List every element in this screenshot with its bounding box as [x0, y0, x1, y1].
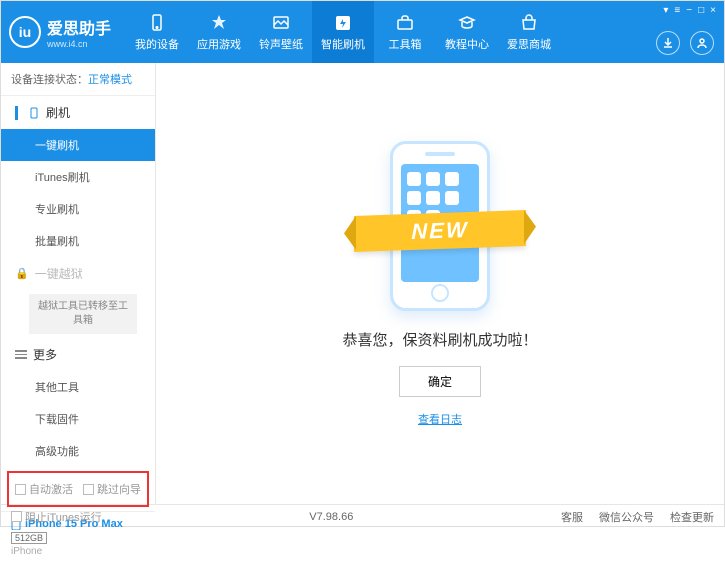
nav-store[interactable]: 爱思商城 [498, 1, 560, 63]
success-illustration: NEW [390, 141, 490, 311]
toolbox-icon [395, 13, 415, 33]
logo-area: iu 爱思助手 www.i4.cn [9, 15, 111, 49]
sidebar-pro-flash[interactable]: 专业刷机 [1, 193, 155, 225]
app-logo-icon: iu [9, 16, 41, 48]
sidebar-batch-flash[interactable]: 批量刷机 [1, 225, 155, 257]
menu2-icon[interactable]: ≡ [674, 5, 680, 16]
nav-apps[interactable]: 应用游戏 [188, 1, 250, 63]
device-storage: 512GB [11, 532, 47, 544]
jailbreak-note: 越狱工具已转移至工具箱 [29, 294, 137, 334]
nav-ringtones[interactable]: 铃声壁纸 [250, 1, 312, 63]
sidebar-itunes-flash[interactable]: iTunes刷机 [1, 161, 155, 193]
sidebar-download-firmware[interactable]: 下载固件 [1, 403, 155, 435]
success-message: 恭喜您，保资料刷机成功啦！ [342, 329, 537, 350]
device-type: iPhone [11, 546, 145, 557]
nav-flash[interactable]: 智能刷机 [312, 1, 374, 63]
close-icon[interactable]: × [710, 5, 716, 16]
section-flash[interactable]: 刷机 [1, 96, 155, 129]
footer-update[interactable]: 检查更新 [670, 509, 714, 525]
maximize-icon[interactable]: □ [698, 5, 704, 16]
version-label: V7.98.66 [309, 511, 353, 523]
checkbox-skip-guide[interactable]: 跳过向导 [83, 481, 141, 497]
new-ribbon: NEW [354, 209, 526, 251]
user-icon[interactable] [690, 31, 714, 55]
checkbox-auto-activate[interactable]: 自动激活 [15, 481, 73, 497]
download-icon[interactable] [656, 31, 680, 55]
flash-icon [333, 13, 353, 33]
section-jailbreak: 🔒一键越狱 [1, 257, 155, 290]
app-url: www.i4.cn [47, 39, 111, 49]
sidebar-one-key-flash[interactable]: 一键刷机 [1, 129, 155, 161]
main-content: NEW 恭喜您，保资料刷机成功啦！ 确定 查看日志 [156, 63, 724, 504]
sidebar-advanced[interactable]: 高级功能 [1, 435, 155, 467]
minimize-icon[interactable]: − [686, 5, 692, 16]
footer-service[interactable]: 客服 [561, 509, 583, 525]
main-nav: 我的设备 应用游戏 铃声壁纸 智能刷机 工具箱 教程中心 爱思商城 [126, 1, 560, 63]
nav-my-device[interactable]: 我的设备 [126, 1, 188, 63]
nav-tutorial[interactable]: 教程中心 [436, 1, 498, 63]
section-more[interactable]: 更多 [1, 338, 155, 371]
sidebar-other-tools[interactable]: 其他工具 [1, 371, 155, 403]
hamburger-icon [15, 350, 27, 359]
nav-toolbox[interactable]: 工具箱 [374, 1, 436, 63]
app-header: iu 爱思助手 www.i4.cn 我的设备 应用游戏 铃声壁纸 智能刷机 工具… [1, 1, 724, 63]
footer-wechat[interactable]: 微信公众号 [599, 509, 654, 525]
menu-icon[interactable]: ▾ [663, 5, 668, 16]
wallpaper-icon [271, 13, 291, 33]
checkbox-block-itunes[interactable]: 阻止iTunes运行 [11, 509, 102, 525]
apps-icon [209, 13, 229, 33]
phone-small-icon [28, 107, 40, 119]
store-icon [519, 13, 539, 33]
tutorial-icon [457, 13, 477, 33]
ok-button[interactable]: 确定 [399, 366, 481, 397]
lock-icon: 🔒 [15, 267, 29, 280]
sidebar: 设备连接状态：正常模式 刷机 一键刷机 iTunes刷机 专业刷机 批量刷机 🔒… [1, 63, 156, 504]
device-icon [147, 13, 167, 33]
app-name: 爱思助手 [47, 15, 111, 39]
device-status: 设备连接状态：正常模式 [1, 63, 155, 96]
view-log-link[interactable]: 查看日志 [418, 411, 462, 427]
window-controls: ▾ ≡ − □ × [663, 5, 716, 16]
options-box: 自动激活 跳过向导 [7, 471, 149, 507]
